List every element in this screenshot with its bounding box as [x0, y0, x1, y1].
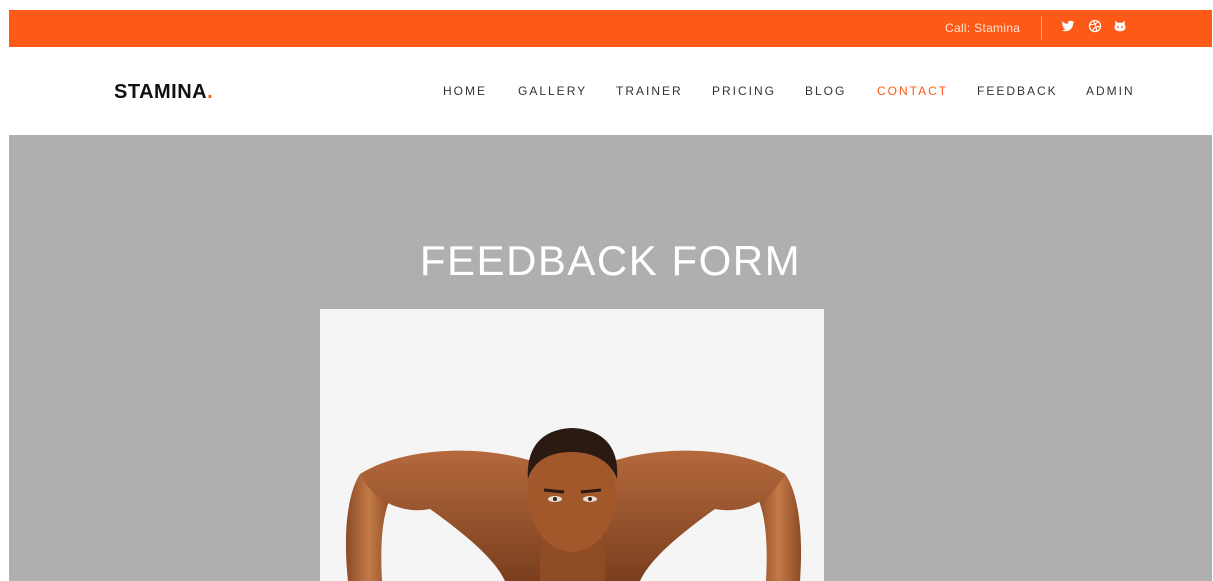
logo-text: STAMINA: [114, 81, 208, 103]
site-header: STAMINA. HOME GALLERY TRAINER PRICING BL…: [9, 47, 1212, 135]
twitter-icon[interactable]: [1061, 19, 1077, 35]
logo-dot: .: [207, 81, 214, 103]
page-title: FEEDBACK FORM: [419, 237, 802, 284]
topbar-divider: [1041, 16, 1042, 40]
page: Call: Stamina STAMINA. HOME GALLERY TRAI…: [9, 10, 1212, 581]
nav-gallery[interactable]: GALLERY: [518, 84, 587, 98]
github-icon[interactable]: [1113, 19, 1129, 35]
nav-feedback[interactable]: FEEDBACK: [977, 84, 1058, 98]
nav-contact[interactable]: CONTACT: [877, 84, 948, 98]
call-text: Call: Stamina: [945, 21, 1021, 35]
dribbble-icon[interactable]: [1088, 19, 1104, 35]
nav-admin[interactable]: ADMIN: [1086, 84, 1135, 98]
nav-trainer[interactable]: TRAINER: [616, 84, 683, 98]
top-bar: Call: Stamina: [9, 10, 1212, 47]
nav-home[interactable]: HOME: [443, 84, 487, 98]
nav-pricing[interactable]: PRICING: [712, 84, 776, 98]
nav-blog[interactable]: BLOG: [805, 84, 846, 98]
hero-section: FEEDBACK FORM: [9, 135, 1212, 581]
man-doing-pushup-photo: [320, 309, 824, 581]
site-logo[interactable]: STAMINA.: [114, 81, 213, 104]
